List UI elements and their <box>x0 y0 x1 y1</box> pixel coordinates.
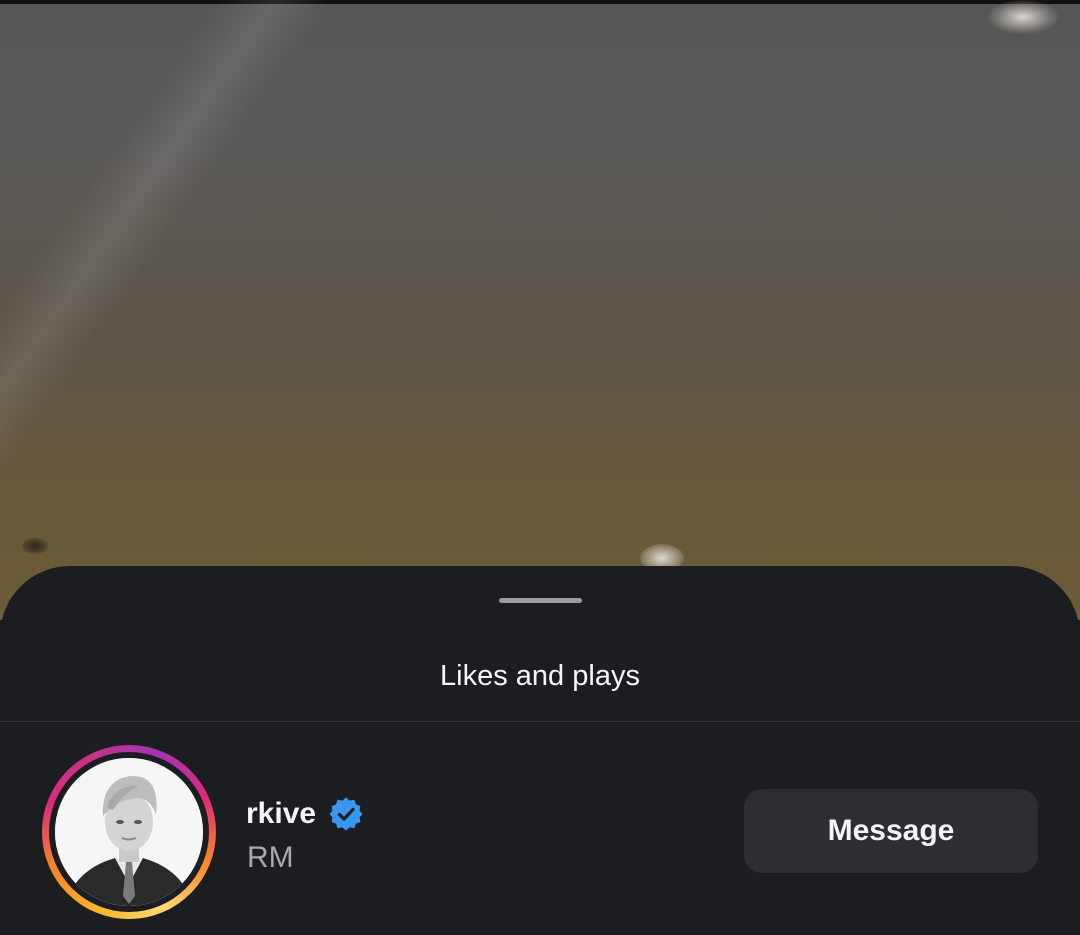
avatar-frame <box>49 752 209 912</box>
username[interactable]: rkive <box>246 796 316 832</box>
background-video[interactable] <box>0 0 1080 620</box>
light-streak <box>0 0 480 580</box>
sheet-title: Likes and plays <box>440 660 640 692</box>
avatar[interactable] <box>55 758 203 906</box>
verified-badge-icon <box>328 796 364 832</box>
ceiling-fixture <box>22 538 48 554</box>
drag-handle[interactable] <box>499 598 582 603</box>
username-line[interactable]: rkive <box>246 794 364 834</box>
bottom-sheet: Likes and plays rkive RM Message <box>0 566 1080 935</box>
account-row[interactable]: rkive RM Message <box>0 722 1080 935</box>
full-name: RM <box>247 841 294 874</box>
avatar-image <box>55 758 203 906</box>
story-ring[interactable] <box>42 745 216 919</box>
message-button[interactable]: Message <box>744 789 1038 873</box>
screen: Likes and plays rkive RM Message <box>0 0 1080 935</box>
ceiling-light <box>988 0 1058 34</box>
